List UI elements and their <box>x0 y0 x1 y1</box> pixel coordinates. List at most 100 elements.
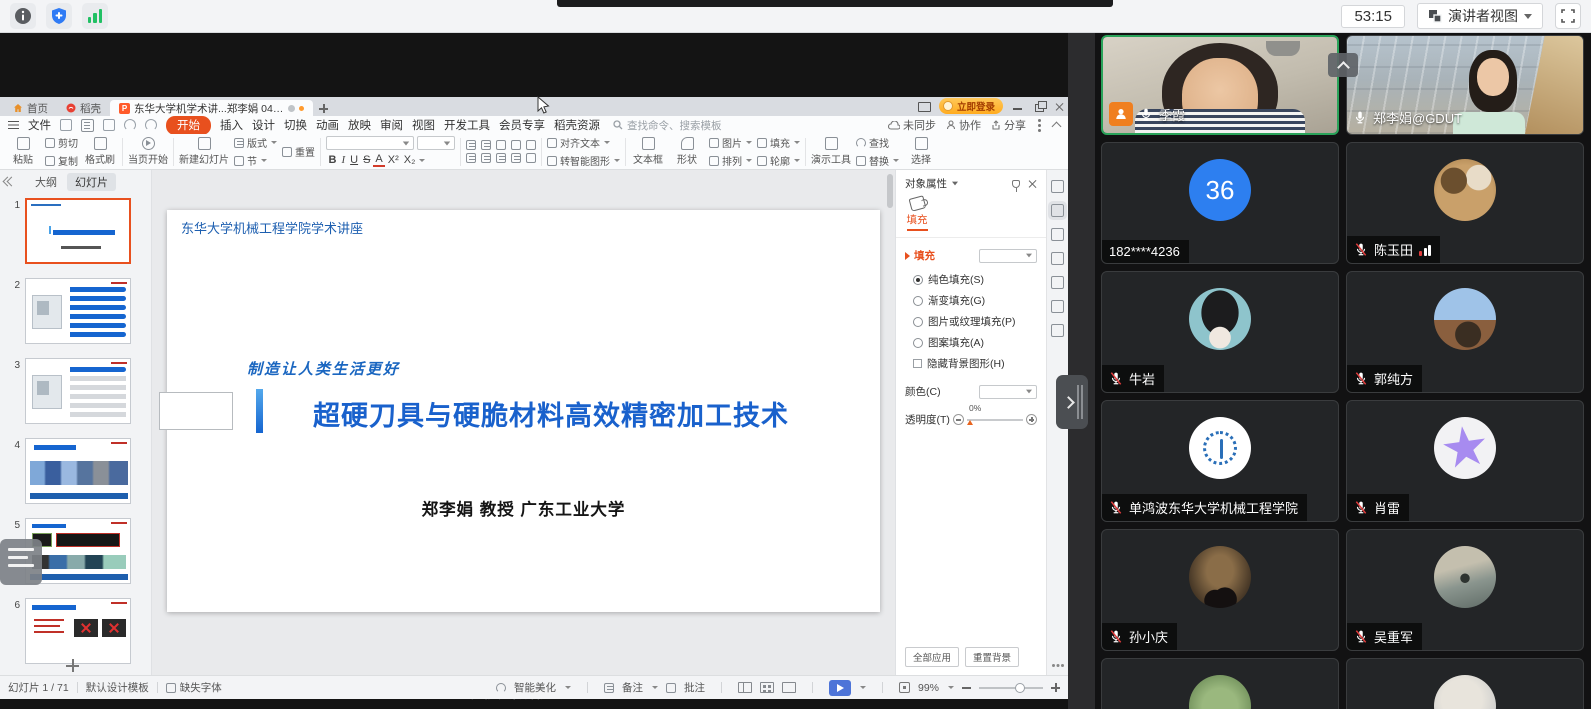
collapse-ribbon-icon[interactable] <box>1052 122 1062 132</box>
font-family-select[interactable] <box>326 136 414 150</box>
zoom-out-button[interactable] <box>962 683 971 692</box>
beautify-button[interactable]: 智能美化 <box>514 680 556 695</box>
copy-button[interactable]: 复制 <box>45 153 78 168</box>
play-from-page-button[interactable]: 当页开始 <box>128 137 168 166</box>
participant-tile[interactable]: 孙小庆 <box>1101 529 1339 651</box>
panel-tool-icon-1[interactable] <box>1051 180 1064 193</box>
restore-button[interactable] <box>1033 101 1047 112</box>
hamburger-icon[interactable] <box>8 121 19 130</box>
line-spacing-icon[interactable] <box>526 140 536 150</box>
panel-tool-icon-2[interactable] <box>1051 204 1064 217</box>
redo-icon[interactable] <box>145 119 157 131</box>
new-slide-button[interactable]: 新建幻灯片 <box>179 137 229 166</box>
undo-icon[interactable] <box>124 119 136 131</box>
slide-thumbnail-1[interactable] <box>25 198 131 264</box>
menu-insert[interactable]: 插入 <box>220 117 243 133</box>
menu-home[interactable]: 开始 <box>166 116 211 135</box>
slide-thumbnail-6[interactable] <box>25 598 131 664</box>
participant-tile-partial[interactable] <box>1101 658 1339 709</box>
align-text-button[interactable]: 对齐文本 <box>547 135 620 150</box>
canvas-vertical-scrollbar[interactable] <box>887 174 893 208</box>
save-icon[interactable] <box>60 119 72 131</box>
reading-view-icon[interactable] <box>782 682 796 693</box>
slideshow-play-button[interactable] <box>829 680 851 696</box>
participant-tile[interactable]: 吴重军 <box>1346 529 1584 651</box>
subscript-button[interactable]: X₂ <box>401 154 418 166</box>
participant-tile[interactable]: 郑李娟@GDUT <box>1346 35 1584 135</box>
tab-document[interactable]: P 东华大学机学术讲...郑李娟 0426 <box>110 100 313 116</box>
text-box-button[interactable]: 文本框 <box>631 137 665 166</box>
participant-tile[interactable]: 36 182****4236 <box>1101 142 1339 264</box>
close-panel-icon[interactable] <box>1028 179 1037 188</box>
transparency-slider[interactable]: 0% <box>953 414 1037 425</box>
section-button[interactable]: 节 <box>234 153 277 168</box>
sync-status[interactable]: 未同步 <box>888 117 936 133</box>
menu-slideshow[interactable]: 放映 <box>348 117 371 133</box>
menu-animation[interactable]: 动画 <box>316 117 339 133</box>
panel-tool-icon-7[interactable] <box>1051 324 1064 337</box>
bullet-list-icon[interactable] <box>466 140 476 150</box>
arrange-button[interactable]: 排列 <box>709 153 752 168</box>
tab-docer[interactable]: 稻壳 <box>57 100 110 116</box>
tab-layout-icon[interactable] <box>917 101 931 112</box>
menu-review[interactable]: 审阅 <box>380 117 403 133</box>
fit-slide-icon[interactable] <box>899 682 910 693</box>
menu-transition[interactable]: 切换 <box>284 117 307 133</box>
tab-slides[interactable]: 幻灯片 <box>67 173 116 191</box>
slide-sorter-view-icon[interactable] <box>760 682 774 693</box>
outline-button[interactable]: 轮廓 <box>757 153 800 168</box>
select-button[interactable]: 选择 <box>904 137 938 166</box>
menu-design[interactable]: 设计 <box>252 117 275 133</box>
zoom-in-button[interactable] <box>1051 683 1060 692</box>
panel-tool-icon-4[interactable] <box>1051 252 1064 265</box>
collaborate-button[interactable]: 协作 <box>946 117 981 133</box>
menu-file[interactable]: 文件 <box>28 117 51 133</box>
panel-tool-icon-6[interactable] <box>1051 300 1064 313</box>
smart-graphic-button[interactable]: 转智能图形 <box>547 153 620 168</box>
participant-tile-partial[interactable] <box>1346 658 1584 709</box>
share-button[interactable]: 分享 <box>991 117 1026 133</box>
fill-button[interactable]: 填充 <box>757 135 800 150</box>
panel-collapse-handle[interactable] <box>1056 375 1088 429</box>
print-icon[interactable] <box>103 119 115 131</box>
find-button[interactable]: 查找 <box>856 135 899 150</box>
italic-button[interactable]: I <box>339 154 348 166</box>
picture-button[interactable]: 图片 <box>709 135 752 150</box>
participant-tile[interactable]: 郭纯方 <box>1346 271 1584 393</box>
export-icon[interactable] <box>81 119 94 132</box>
notes-toggle[interactable]: 备注 <box>622 680 643 695</box>
slide-thumbnail-3[interactable] <box>25 358 131 424</box>
replace-button[interactable]: 替换 <box>856 153 899 168</box>
design-template-status[interactable]: 默认设计模板 <box>86 680 149 695</box>
comments-toggle[interactable]: 批注 <box>684 680 705 695</box>
slide-thumbnail-4[interactable] <box>25 438 131 504</box>
columns-icon[interactable] <box>526 153 536 163</box>
cut-button[interactable]: 剪切 <box>45 135 78 150</box>
meeting-security-button[interactable] <box>46 3 72 29</box>
layout-button[interactable]: 版式 <box>234 135 277 150</box>
paste-button[interactable]: 粘贴 <box>6 137 40 166</box>
participant-tile[interactable]: 肖雷 <box>1346 400 1584 522</box>
strikethrough-button[interactable]: S <box>361 154 373 166</box>
meeting-info-button[interactable] <box>10 3 36 29</box>
align-left-icon[interactable] <box>466 153 476 163</box>
zoom-slider-knob[interactable] <box>1015 683 1025 693</box>
collapse-panel-icon[interactable] <box>4 177 14 187</box>
reset-button[interactable]: 重置 <box>282 144 315 159</box>
minus-icon[interactable] <box>953 414 964 425</box>
panel-tool-icon-5[interactable] <box>1051 276 1064 289</box>
tab-outline[interactable]: 大纲 <box>35 174 57 190</box>
more-tools-icon[interactable] <box>1052 664 1055 667</box>
align-center-icon[interactable] <box>481 153 491 163</box>
font-color-button[interactable]: A <box>373 153 385 167</box>
option-gradient-fill[interactable]: 渐变填充(G) <box>913 293 1037 308</box>
view-mode-button[interactable]: 演讲者视图 <box>1417 3 1543 29</box>
network-quality-button[interactable] <box>82 3 108 29</box>
option-pattern-fill[interactable]: 图案填充(A) <box>913 335 1037 350</box>
participant-tile[interactable]: 单鸿波东华大学机械工程学院 <box>1101 400 1339 522</box>
menu-member[interactable]: 会员专享 <box>499 117 545 133</box>
apply-all-button[interactable]: 全部应用 <box>905 647 959 667</box>
bold-button[interactable]: B <box>326 154 339 166</box>
participant-tile[interactable]: 季霞 <box>1101 35 1339 135</box>
superscript-button[interactable]: X² <box>385 154 401 166</box>
